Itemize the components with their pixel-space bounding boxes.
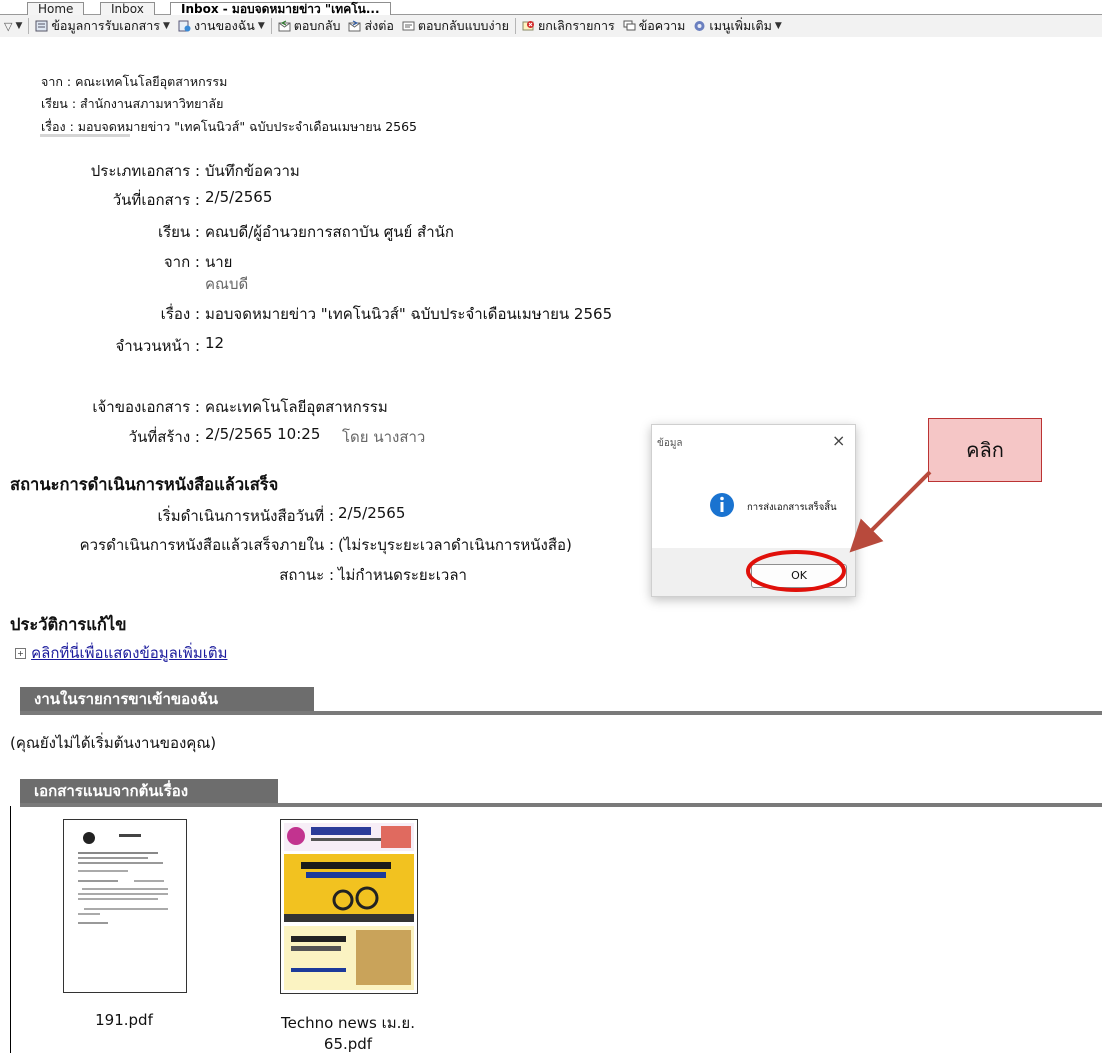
dialog-title: ข้อมูล [657, 438, 683, 449]
scroll-clip [0, 134, 1102, 141]
my-work-label: งานของฉัน [193, 18, 255, 33]
doc-info-menu[interactable]: ข้อมูลการรับเอกสาร ▼ [31, 16, 174, 36]
left-border [10, 806, 11, 1053]
status-start-value: 2/5/2565 [338, 504, 406, 522]
toolbar: ▽ ▼ ข้อมูลการรับเอกสาร ▼ งานของฉัน ▼ ตอบกลั… [0, 15, 1102, 38]
simple-reply-label: ตอบกลับแบบง่าย [417, 18, 509, 33]
work-section-rule [20, 711, 1102, 715]
history-section-title: ประวัติการแก้ไข [10, 615, 127, 634]
expand-icon: + [15, 648, 26, 659]
history-link[interactable]: คลิกที่นี่เพื่อแสดงข้อมูลเพิ่มเติม [31, 644, 227, 662]
status-due-label: ควรดำเนินการหนังสือแล้วเสร็จภายใน : [79, 536, 334, 554]
doc-date-value: 2/5/2565 [205, 188, 273, 206]
simple-reply-button[interactable]: ตอบกลับแบบง่าย [398, 16, 513, 36]
clipped-text [40, 134, 130, 137]
newsletter-cover-icon [284, 823, 414, 990]
doc-created-label: วันที่สร้าง : [128, 428, 200, 446]
attachments-section-header: เอกสารแนบจากต้นเรื่อง [20, 779, 278, 804]
status-section-title: สถานะการดำเนินการหนังสือแล้วเสร็จ [10, 475, 279, 494]
filter-icon: ▽ [4, 19, 13, 33]
document-info-icon [35, 20, 48, 32]
doc-from-label: จาก : [163, 253, 200, 271]
forward-icon [348, 20, 361, 32]
work-icon [178, 20, 191, 32]
reply-label: ตอบกลับ [293, 18, 341, 33]
message-icon [623, 20, 636, 31]
status-start-label: เริ่มดำเนินการหนังสือวันที่ : [157, 507, 334, 525]
doc-owner-label: เจ้าของเอกสาร : [92, 398, 200, 416]
status-due-value: (ไม่ระบุระยะเวลาดำเนินการหนังสือ) [338, 536, 572, 554]
doc-subject-label: เรื่อง : [160, 305, 200, 323]
doc-pages-label: จำนวนหน้า : [115, 337, 200, 355]
message-header: จาก : คณะเทคโนโลยีอุตสาหกรรม เรียน : สำน… [0, 37, 1102, 134]
message-button[interactable]: ข้อความ [619, 16, 690, 36]
attachment-name-191[interactable]: 191.pdf [63, 1011, 185, 1029]
annotation-arrow-icon [746, 470, 932, 592]
tab-inbox[interactable]: Inbox [100, 2, 155, 16]
doc-from-value: นาย [205, 253, 233, 271]
tab-home[interactable]: Home [27, 2, 85, 16]
attachment-name-line2: 65.pdf [323, 1035, 373, 1053]
doc-to-label: เรียน : [157, 223, 200, 241]
cancel-item-button[interactable]: ยกเลิกรายการ [518, 16, 619, 36]
doc-info-label: ข้อมูลการรับเอกสาร [51, 18, 161, 33]
toolbar-separator [28, 18, 30, 34]
cancel-item-label: ยกเลิกรายการ [537, 18, 615, 33]
attachment-thumbnail-191[interactable] [63, 819, 187, 993]
document-preview-icon [78, 832, 168, 924]
tab-bar: Home Inbox Inbox - มอบจดหมายข่าว "เทคโน.… [0, 0, 1102, 16]
message-label: ข้อความ [638, 18, 686, 33]
reply-icon [278, 20, 291, 32]
doc-subject-value: มอบจดหมายข่าว "เทคโนนิวส์" ฉบับประจำเดือ… [205, 305, 613, 323]
filter-dropdown[interactable]: ▽ ▼ [0, 16, 26, 36]
doc-type-value: บันทึกข้อความ [205, 162, 300, 180]
forward-label: ส่งต่อ [364, 18, 394, 33]
attachment-thumbnail-techno-news[interactable] [280, 819, 418, 994]
info-icon [710, 493, 734, 517]
doc-from-position: คณบดี [205, 275, 249, 293]
doc-created-value: 2/5/2565 10:25 [205, 425, 321, 443]
simple-reply-icon [402, 21, 415, 31]
attachment-name-line1: Techno news เม.ย. [281, 1014, 415, 1032]
attachments-section-rule [20, 803, 1102, 807]
cancel-icon [522, 21, 534, 31]
close-icon[interactable]: × [832, 431, 845, 450]
doc-created-by: โดย นางสาว [342, 428, 426, 446]
doc-to-value: คณบดี/ผู้อำนวยการสถาบัน ศูนย์ สำนัก [205, 223, 454, 241]
reply-button[interactable]: ตอบกลับ [274, 16, 345, 36]
doc-owner-value: คณะเทคโนโลยีอุตสาหกรรม [205, 398, 388, 416]
toolbar-separator [270, 18, 272, 34]
doc-type-label: ประเภทเอกสาร : [90, 162, 200, 180]
doc-date-label: วันที่เอกสาร : [112, 191, 200, 209]
more-menu[interactable]: เมนูเพิ่มเติม ▼ [689, 16, 785, 36]
work-section-note: (คุณยังไม่ได้เริ่มต้นงานของคุณ) [10, 734, 217, 752]
toolbar-separator [514, 18, 516, 34]
gear-icon [694, 21, 705, 31]
work-section-header: งานในรายการขาเข้าของฉัน [20, 687, 314, 712]
my-work-menu[interactable]: งานของฉัน ▼ [174, 16, 269, 36]
header-to: เรียน : สำนักงานสภามหาวิทยาลัย [41, 96, 224, 111]
history-expander[interactable]: + คลิกที่นี่เพื่อแสดงข้อมูลเพิ่มเติม [15, 641, 227, 665]
tab-current-document[interactable]: Inbox - มอบจดหมายข่าว "เทคโน... [170, 2, 391, 16]
forward-button[interactable]: ส่งต่อ [344, 16, 397, 36]
doc-pages-value: 12 [205, 334, 225, 352]
header-from: จาก : คณะเทคโนโลยีอุตสาหกรรม [41, 74, 228, 89]
attachment-name-techno-news[interactable]: Techno news เม.ย. 65.pdf [252, 1011, 444, 1053]
more-menu-label: เมนูเพิ่มเติม [709, 18, 772, 33]
status-state-label: สถานะ : [279, 566, 334, 584]
status-state-value: ไม่กำหนดระยะเวลา [338, 566, 467, 584]
